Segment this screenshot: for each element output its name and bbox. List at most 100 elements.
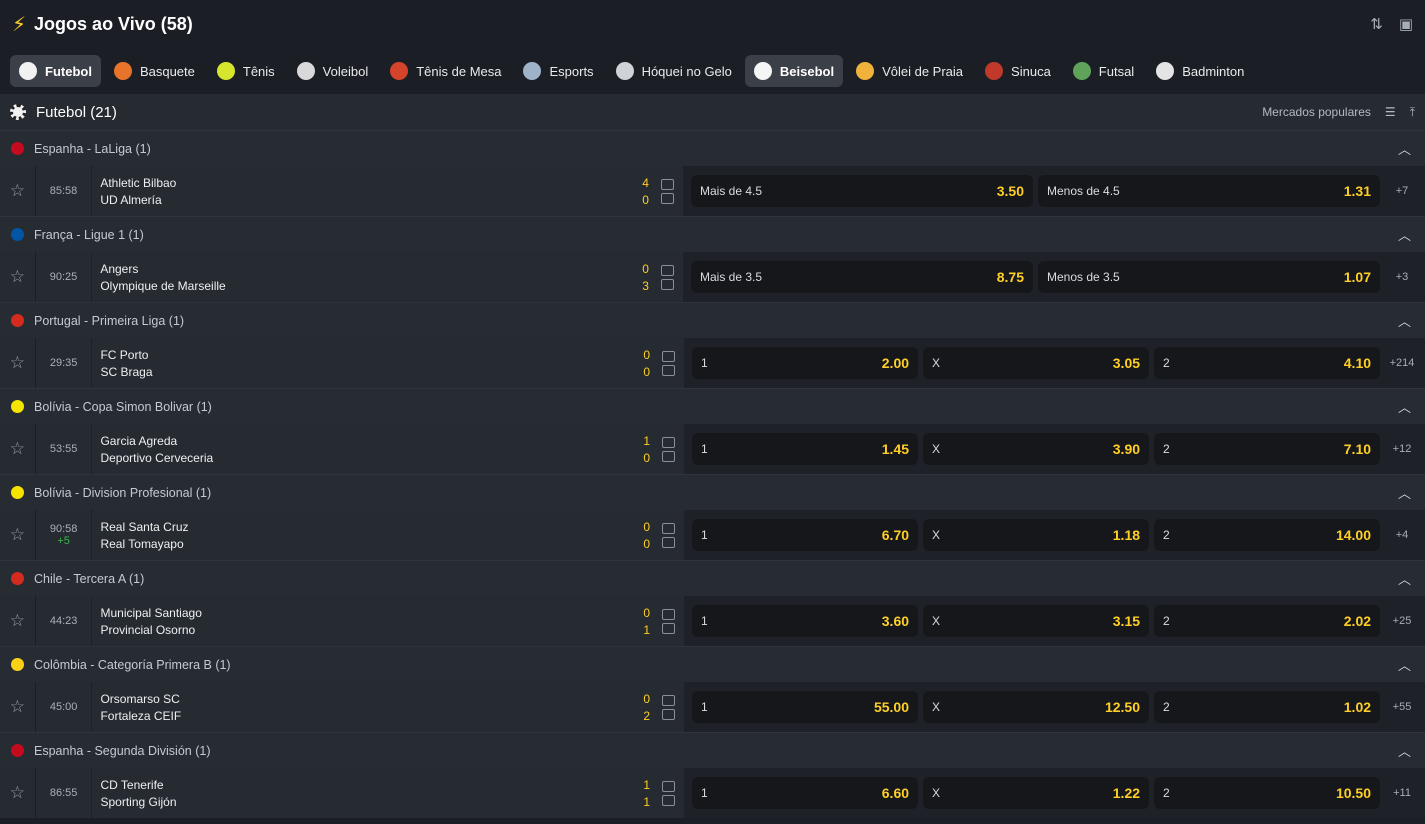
pitch-icon[interactable] [660, 192, 674, 204]
odd-button[interactable]: X 1.18 [923, 519, 1150, 551]
live-video-icon[interactable] [662, 522, 676, 534]
match-row[interactable]: ☆ 53:55 Garcia Agreda Deportivo Cerveceria 1… [0, 424, 1425, 474]
pitch-icon[interactable] [660, 278, 674, 290]
match-teams[interactable]: Orsomarso SC Fortaleza CEIF 0 2 [91, 682, 685, 732]
odd-button[interactable]: X 3.15 [923, 605, 1150, 637]
chevron-up-icon[interactable]: ︿ [1398, 225, 1411, 244]
odd-button[interactable]: 2 2.02 [1154, 605, 1381, 637]
match-teams[interactable]: Angers Olympique de Marseille 0 3 [91, 252, 683, 302]
odd-button[interactable]: X 1.22 [923, 777, 1150, 809]
odd-button[interactable]: Mais de 3.5 8.75 [690, 261, 1033, 293]
match-teams[interactable]: CD Tenerife Sporting Gijón 1 1 [91, 768, 685, 818]
league-header[interactable]: Colômbia - Categoría Primera B (1) ︿ [0, 646, 1425, 682]
tab-sport[interactable]: Vôlei de Praia [847, 55, 972, 87]
league-header[interactable]: Espanha - LaLiga (1) ︿ [0, 130, 1425, 166]
league-header[interactable]: Bolívia - Division Profesional (1) ︿ [0, 474, 1425, 510]
match-teams[interactable]: Municipal Santiago Provincial Osorno 0 1 [91, 596, 685, 646]
league-header[interactable]: Bolívia - Copa Simon Bolivar (1) ︿ [0, 388, 1425, 424]
markets-dropdown[interactable]: Mercados populares [1262, 105, 1371, 119]
odd-button[interactable]: 2 7.10 [1154, 433, 1381, 465]
live-video-icon[interactable] [662, 608, 676, 620]
live-video-icon[interactable] [662, 780, 676, 792]
live-video-icon[interactable] [662, 436, 676, 448]
odd-button[interactable]: 1 3.60 [692, 605, 919, 637]
chevron-up-icon[interactable]: ︿ [1398, 397, 1411, 416]
odd-button[interactable]: Menos de 3.5 1.07 [1037, 261, 1380, 293]
match-row[interactable]: ☆ 86:55 CD Tenerife Sporting Gijón 1 1 1 6.60 X 1… [0, 768, 1425, 818]
pitch-icon[interactable] [662, 450, 676, 462]
list-view-icon[interactable]: ☰ [1385, 105, 1396, 119]
pitch-icon[interactable] [662, 536, 676, 548]
chevron-up-icon[interactable]: ︿ [1398, 139, 1411, 158]
favorite-star-icon[interactable]: ☆ [0, 768, 36, 818]
odd-button[interactable]: 2 14.00 [1154, 519, 1381, 551]
odd-button[interactable]: X 3.05 [923, 347, 1150, 379]
chevron-up-icon[interactable]: ︿ [1398, 483, 1411, 502]
live-video-icon[interactable] [662, 694, 676, 706]
chevron-up-icon[interactable]: ︿ [1398, 741, 1411, 760]
match-row[interactable]: ☆ 44:23 Municipal Santiago Provincial Osorn… [0, 596, 1425, 646]
match-teams[interactable]: Athletic Bilbao UD Almería 4 0 [91, 166, 683, 216]
more-markets-button[interactable]: +12 [1387, 443, 1417, 455]
live-video-icon[interactable] [660, 178, 674, 190]
odd-button[interactable]: 2 4.10 [1154, 347, 1381, 379]
sort-icon[interactable]: ⇅ [1370, 15, 1383, 33]
more-markets-button[interactable]: +3 [1387, 271, 1417, 283]
favorite-star-icon[interactable]: ☆ [0, 596, 36, 646]
favorite-star-icon[interactable]: ☆ [0, 424, 36, 474]
match-row[interactable]: ☆ 29:35 FC Porto SC Braga 0 0 1 2.00 X 3.05 2 4.10 +… [0, 338, 1425, 388]
more-markets-button[interactable]: +4 [1387, 529, 1417, 541]
pitch-icon[interactable] [662, 794, 676, 806]
collapse-all-icon[interactable]: ⤒ [1410, 105, 1415, 120]
favorite-star-icon[interactable]: ☆ [0, 338, 36, 388]
tab-sport[interactable]: Beisebol [744, 55, 844, 87]
match-teams[interactable]: Real Santa Cruz Real Tomayapo 0 0 [91, 510, 685, 560]
odd-button[interactable]: X 12.50 [923, 691, 1150, 723]
odd-button[interactable]: X 3.90 [923, 433, 1150, 465]
tab-sport[interactable]: Futebol [10, 55, 101, 87]
league-header[interactable]: Portugal - Primeira Liga (1) ︿ [0, 302, 1425, 338]
chevron-up-icon[interactable]: ︿ [1398, 655, 1411, 674]
tab-sport[interactable]: Basquete [105, 55, 204, 87]
match-row[interactable]: ☆ 45:00 Orsomarso SC Fortaleza CEIF 0 2 1 55.00… [0, 682, 1425, 732]
odd-button[interactable]: 1 6.70 [692, 519, 919, 551]
favorite-star-icon[interactable]: ☆ [0, 252, 36, 302]
tab-sport[interactable]: Hóquei no Gelo [607, 55, 741, 87]
odd-button[interactable]: 1 1.45 [692, 433, 919, 465]
chevron-up-icon[interactable]: ︿ [1398, 569, 1411, 588]
match-teams[interactable]: Garcia Agreda Deportivo Cerveceria 1 0 [91, 424, 685, 474]
tab-sport[interactable]: Badminton [1147, 55, 1253, 87]
odd-button[interactable]: 1 6.60 [692, 777, 919, 809]
match-row[interactable]: ☆ 85:58 Athletic Bilbao UD Almería 4 0 Mais de… [0, 166, 1425, 216]
video-icon[interactable]: ▣ [1399, 15, 1413, 33]
odd-button[interactable]: 1 2.00 [692, 347, 919, 379]
match-row[interactable]: ☆ 90:25 Angers Olympique de Marseille 0 3 Mais… [0, 252, 1425, 302]
favorite-star-icon[interactable]: ☆ [0, 682, 36, 732]
tab-sport[interactable]: Tênis [208, 55, 284, 87]
more-markets-button[interactable]: +25 [1387, 615, 1417, 627]
tab-sport[interactable]: Esports [514, 55, 602, 87]
odd-button[interactable]: Menos de 4.5 1.31 [1037, 175, 1380, 207]
more-markets-button[interactable]: +7 [1387, 185, 1417, 197]
favorite-star-icon[interactable]: ☆ [0, 166, 36, 216]
pitch-icon[interactable] [662, 708, 676, 720]
pitch-icon[interactable] [662, 364, 676, 376]
odd-button[interactable]: 1 55.00 [692, 691, 919, 723]
chevron-up-icon[interactable]: ︿ [1398, 311, 1411, 330]
more-markets-button[interactable]: +214 [1387, 357, 1417, 369]
tab-sport[interactable]: Sinuca [976, 55, 1060, 87]
tab-sport[interactable]: Voleibol [288, 55, 378, 87]
favorite-star-icon[interactable]: ☆ [0, 510, 36, 560]
league-header[interactable]: Chile - Tercera A (1) ︿ [0, 560, 1425, 596]
live-video-icon[interactable] [662, 350, 676, 362]
league-header[interactable]: Espanha - Segunda División (1) ︿ [0, 732, 1425, 768]
more-markets-button[interactable]: +55 [1387, 701, 1417, 713]
pitch-icon[interactable] [662, 622, 676, 634]
live-video-icon[interactable] [660, 264, 674, 276]
league-header[interactable]: França - Ligue 1 (1) ︿ [0, 216, 1425, 252]
tab-sport[interactable]: Tênis de Mesa [381, 55, 510, 87]
more-markets-button[interactable]: +11 [1387, 787, 1417, 799]
match-teams[interactable]: FC Porto SC Braga 0 0 [91, 338, 685, 388]
odd-button[interactable]: Mais de 4.5 3.50 [690, 175, 1033, 207]
odd-button[interactable]: 2 10.50 [1154, 777, 1381, 809]
